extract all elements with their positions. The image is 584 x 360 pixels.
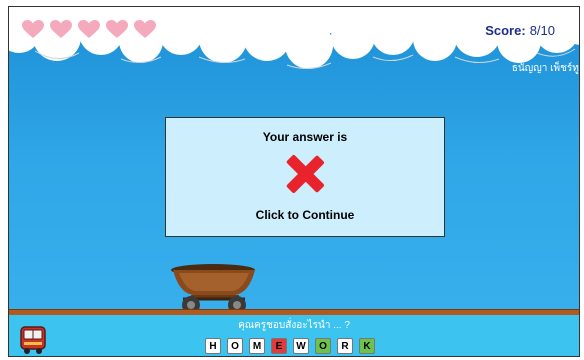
letter-tile[interactable]: R <box>337 338 353 354</box>
letter-tile[interactable]: M <box>249 338 265 354</box>
letter-tile[interactable]: W <box>293 338 309 354</box>
letter-tile[interactable]: O <box>315 338 331 354</box>
answer-result-dialog[interactable]: Your answer is Click to Continue <box>165 117 445 237</box>
heart-icon <box>49 19 73 39</box>
heart-icon <box>133 19 157 39</box>
letter-tile[interactable]: K <box>359 338 375 354</box>
dialog-title: Your answer is <box>262 130 348 144</box>
bus-icon[interactable] <box>19 325 47 355</box>
letter-tile[interactable]: E <box>271 338 287 354</box>
red-x-icon[interactable] <box>285 154 325 194</box>
continue-button[interactable]: Click to Continue <box>166 208 444 222</box>
heart-icon <box>77 19 101 39</box>
lives-hearts <box>21 19 157 39</box>
score-value: 8/10 <box>529 23 555 38</box>
heart-icon <box>21 19 45 39</box>
question-text: คุณครูชอบสั่งอะไรนำ ... ? <box>238 320 350 331</box>
score-display: Score: 8/10 <box>485 23 555 38</box>
letter-tile[interactable]: O <box>227 338 243 354</box>
score-label: Score: <box>485 23 526 38</box>
game-frame: Score: 8/10 ธนัญญา เพ็ชร์ทูล Your answer … <box>8 6 580 357</box>
answer-tiles: HOMEWORK <box>205 338 375 354</box>
heart-icon <box>105 19 129 39</box>
letter-tile[interactable]: H <box>205 338 221 354</box>
player-name: ธนัญญา เพ็ชร์ทูล <box>511 63 580 74</box>
